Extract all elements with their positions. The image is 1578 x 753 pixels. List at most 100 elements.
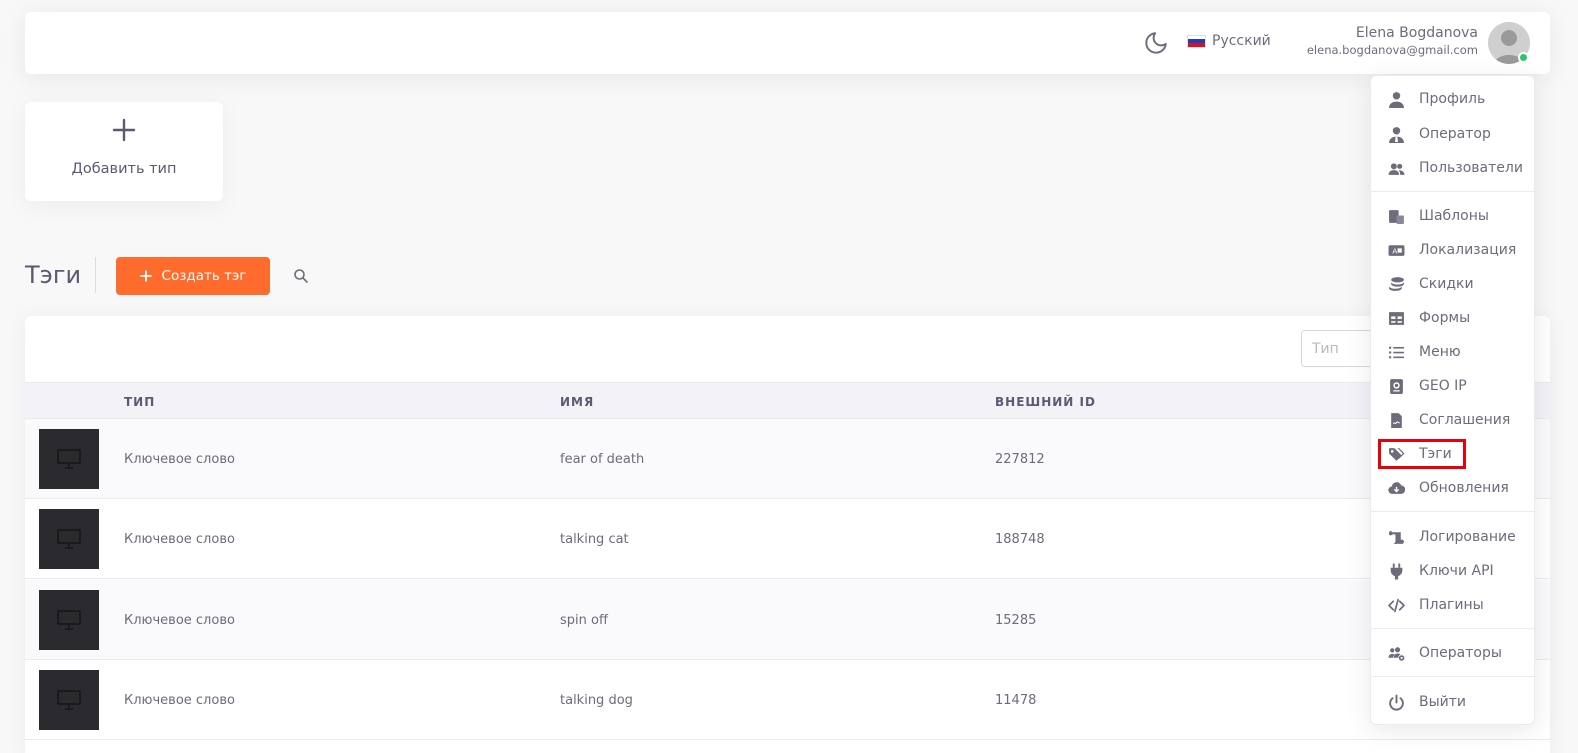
menu-item-geo-ip[interactable]: GEO IP [1371,372,1534,400]
menu-item-logout[interactable]: Выйти [1371,688,1534,716]
contract-icon [1391,413,1402,428]
menu-item-label: Плагины [1419,597,1484,613]
thumbnail [39,590,99,650]
menu-divider [1371,676,1534,677]
menu-item-operators[interactable]: Операторы [1371,639,1534,667]
users-cog-icon [1388,647,1405,661]
thumbnail [39,509,99,569]
cloud-download-icon [1388,482,1405,494]
cell-type: Ключевое слово [124,452,235,467]
cell-external-id: 15285 [995,613,1037,628]
menu-item-plugins[interactable]: Плагины [1371,591,1534,619]
tags-table-card: Тип ТИП ИМЯ ВНЕШНИЙ ID Ключевое слово fe… [25,316,1550,753]
menu-item-users[interactable]: Пользователи [1371,154,1534,182]
table-icon [1389,312,1404,325]
coins-icon [1389,277,1404,291]
cell-type: Ключевое слово [124,532,235,547]
menu-item-label: Формы [1419,310,1471,326]
templates-icon [1389,210,1404,224]
code-icon [1388,598,1405,613]
user-name: Elena Bogdanova [1355,25,1478,41]
menu-item-label: Профиль [1419,91,1486,107]
monitor-icon [57,529,81,549]
column-header-external-id[interactable]: ВНЕШНИЙ ID [995,395,1096,409]
menu-item-operator[interactable]: Оператор [1371,120,1534,148]
menu-item-menu[interactable]: Меню [1371,338,1534,366]
create-tag-button[interactable]: Создать тэг [116,257,270,295]
cell-name: talking cat [560,532,629,547]
monitor-icon [57,690,81,710]
menu-item-label: Локализация [1419,242,1517,258]
menu-item-templates[interactable]: Шаблоны [1371,202,1534,230]
cell-name: talking dog [560,693,633,708]
column-header-name[interactable]: ИМЯ [560,395,594,409]
menu-item-label: Пользователи [1419,160,1523,176]
localization-icon: A [1388,245,1405,256]
menu-item-logging[interactable]: Логирование [1371,523,1534,551]
user-icon [1389,92,1404,108]
title-divider [95,257,96,293]
user-dropdown-menu: Профиль Оператор Пользователи Шаблоны A … [1370,75,1535,725]
page-title: Тэги [25,261,82,289]
moon-icon[interactable] [1143,30,1169,56]
menu-item-discounts[interactable]: Скидки [1371,270,1534,298]
users-icon [1388,163,1405,175]
cell-external-id: 188748 [995,532,1045,547]
menu-item-agreements[interactable]: Соглашения [1371,406,1534,434]
menu-item-label: Скидки [1419,276,1474,292]
plus-icon [139,270,152,282]
table-row[interactable]: Ключевое слово talking dog 11478 [25,660,1550,740]
menu-item-profile[interactable]: Профиль [1371,85,1534,113]
add-type-label: Добавить тип [71,161,177,177]
menu-item-forms[interactable]: Формы [1371,304,1534,332]
table-row[interactable]: Ключевое слово talking cat 188748 [25,499,1550,579]
column-header-type[interactable]: ТИП [124,395,155,409]
user-email: elena.bogdanova@gmail.com [1306,43,1478,57]
power-icon [1389,694,1404,711]
menu-item-label: Ключи API [1419,563,1494,579]
menu-divider [1371,191,1534,192]
table-row[interactable]: Ключевое слово spin off 15285 [25,580,1550,660]
passport-icon [1390,379,1403,394]
thumbnail [39,670,99,730]
menu-item-api-keys[interactable]: Ключи API [1371,557,1534,585]
online-status-dot [1518,52,1529,63]
menu-item-label: Обновления [1419,480,1509,496]
thumbnail [39,429,99,489]
menu-item-localization[interactable]: A Локализация [1371,236,1534,264]
cell-name: spin off [560,613,608,628]
add-type-card[interactable]: Добавить тип [25,102,223,201]
cell-type: Ключевое слово [124,693,235,708]
list-icon [1389,346,1404,359]
search-icon[interactable] [293,268,309,284]
menu-item-label: Меню [1419,344,1461,360]
menu-item-label: Выйти [1419,694,1467,710]
menu-item-label: Оператор [1419,126,1491,142]
create-tag-label: Создать тэг [161,268,247,284]
cell-name: fear of death [560,452,645,467]
cell-type: Ключевое слово [124,613,235,628]
menu-item-label: GEO IP [1419,378,1467,394]
menu-item-label: Шаблоны [1419,208,1489,224]
menu-item-label: Соглашения [1419,412,1511,428]
cell-external-id: 11478 [995,693,1037,708]
user-info[interactable]: Elena Bogdanova elena.bogdanova@gmail.co… [1307,25,1478,57]
language-selector[interactable]: Русский [1187,33,1271,49]
flag-ru-icon [1187,34,1206,48]
language-label: Русский [1212,33,1271,49]
menu-divider [1371,628,1534,629]
menu-item-label: Логирование [1419,529,1516,545]
monitor-icon [57,449,81,469]
cell-external-id: 227812 [995,452,1045,467]
menu-divider [1371,511,1534,512]
plug-icon [1390,563,1403,580]
scroll-icon [1389,531,1404,544]
table-header: ТИП ИМЯ ВНЕШНИЙ ID [25,382,1550,419]
menu-item-updates[interactable]: Обновления [1371,474,1534,502]
monitor-icon [57,610,81,630]
plus-icon [112,118,136,142]
tags-highlight-box [1378,439,1466,469]
user-tie-icon [1389,127,1404,143]
table-row[interactable]: Ключевое слово fear of death 227812 [25,419,1550,499]
menu-item-label: Операторы [1419,645,1502,661]
